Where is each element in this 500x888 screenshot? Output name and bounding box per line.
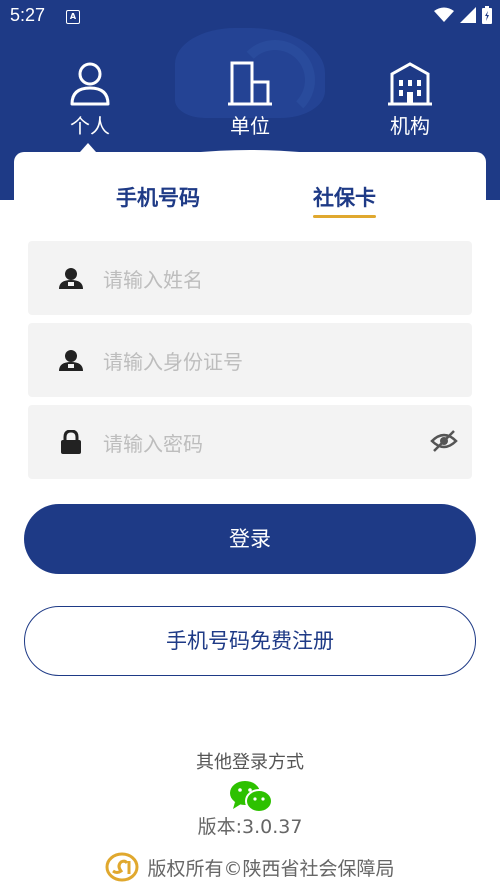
password-input[interactable]: 请输入密码 [103,428,203,457]
footer: 版权所有©陕西省社会保障局 [0,852,500,882]
status-time: 5:27 [10,5,46,25]
tab-phone-login[interactable]: 手机号码 [116,182,200,212]
id-number-field[interactable]: 请输入身份证号 [28,323,472,397]
password-field[interactable]: 请输入密码 [28,405,472,479]
other-login-label: 其他登录方式 [196,752,304,773]
name-field[interactable]: 请输入姓名 [28,241,472,315]
register-button[interactable]: 手机号码免费注册 [24,606,476,676]
tab-personal-label: 个人 [70,114,110,138]
tab-personal[interactable]: 个人 [30,60,150,139]
wechat-login-icon[interactable] [228,780,274,814]
lock-icon [61,430,81,454]
copyright-text: 版权所有©陕西省社会保障局 [147,857,395,880]
tab-organization[interactable]: 单位 [190,60,310,139]
status-bar: 5:27 A [0,0,500,34]
id-number-input[interactable]: 请输入身份证号 [103,346,243,375]
wifi-icon [434,7,454,22]
tab-social-security-card[interactable]: 社保卡 [313,182,376,218]
login-button[interactable]: 登录 [24,504,476,574]
person-icon [70,62,110,106]
social-security-logo [105,852,139,882]
tab-institution[interactable]: 机构 [350,60,470,139]
name-input[interactable]: 请输入姓名 [103,264,203,293]
user-badge-icon [59,350,83,371]
signal-icon [460,7,476,23]
user-badge-icon [59,268,83,289]
login-card: 手机号码 社保卡 [14,152,486,246]
status-icons [434,6,492,24]
hide-password-icon[interactable] [430,429,458,453]
institution-icon [388,62,432,106]
app-version: 版本:3.0.37 [197,816,303,838]
app-notification-icon: A [66,10,80,24]
selected-tab-indicator [80,143,96,152]
tab-institution-label: 机构 [390,114,430,138]
battery-icon [482,6,492,24]
tab-organization-label: 单位 [230,114,270,138]
building-icon [228,61,272,106]
user-type-tabs: 个人 单位 机构 [0,60,500,150]
